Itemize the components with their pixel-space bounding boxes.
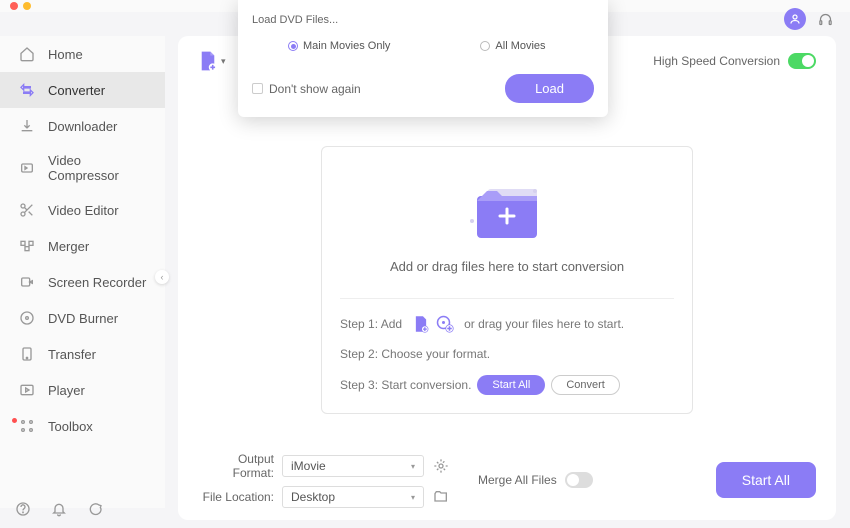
sidebar-item-recorder[interactable]: Screen Recorder: [0, 264, 165, 300]
disc-icon: [18, 309, 36, 327]
drop-zone[interactable]: Add or drag files here to start conversi…: [321, 146, 693, 414]
download-icon: [18, 117, 36, 135]
sidebar-item-transfer[interactable]: Transfer: [0, 336, 165, 372]
sidebar-item-label: Transfer: [48, 347, 96, 362]
window-minimize-button[interactable]: [23, 2, 31, 10]
sidebar-item-label: Player: [48, 383, 85, 398]
sidebar-item-label: Toolbox: [48, 419, 93, 434]
radio-icon: [480, 41, 490, 51]
chevron-down-icon: ▾: [221, 56, 226, 67]
user-account-icon[interactable]: [784, 8, 806, 30]
start-all-pill[interactable]: Start All: [477, 375, 545, 395]
add-file-button[interactable]: ▾: [198, 50, 226, 72]
modal-title: Load DVD Files...: [252, 14, 594, 26]
apps-icon: [18, 417, 36, 435]
dont-show-checkbox[interactable]: Don't show again: [252, 82, 361, 96]
disc-add-mini-icon: [436, 315, 454, 333]
high-speed-label: High Speed Conversion: [653, 54, 780, 68]
folder-illustration: [340, 171, 674, 241]
radio-all-movies[interactable]: All Movies: [480, 40, 545, 52]
checkbox-icon: [252, 83, 263, 94]
feedback-icon[interactable]: [86, 500, 104, 518]
file-add-mini-icon: [412, 315, 430, 333]
home-icon: [18, 45, 36, 63]
converter-icon: [18, 81, 36, 99]
load-button[interactable]: Load: [505, 74, 594, 103]
merger-icon: [18, 237, 36, 255]
compress-icon: [18, 159, 36, 177]
chevron-down-icon: ▾: [411, 493, 415, 502]
sidebar-item-toolbox[interactable]: Toolbox: [0, 408, 165, 444]
sidebar-item-compressor[interactable]: Video Compressor: [0, 144, 165, 192]
sidebar-item-label: Video Compressor: [48, 153, 147, 183]
sidebar-item-label: Screen Recorder: [48, 275, 146, 290]
radio-main-movies[interactable]: Main Movies Only: [288, 40, 390, 52]
high-speed-toggle[interactable]: [788, 53, 816, 69]
file-location-select[interactable]: Desktop ▾: [282, 486, 424, 508]
sidebar-item-dvd[interactable]: DVD Burner: [0, 300, 165, 336]
sidebar-item-label: Converter: [48, 83, 105, 98]
sidebar-item-label: Home: [48, 47, 83, 62]
sidebar-item-label: Video Editor: [48, 203, 119, 218]
sidebar-item-label: Merger: [48, 239, 89, 254]
step-1: Step 1: Add or drag your files here to s…: [340, 315, 674, 333]
merge-label: Merge All Files: [478, 473, 557, 487]
notification-dot: [12, 418, 17, 423]
start-all-button[interactable]: Start All: [716, 462, 816, 498]
chevron-down-icon: ▾: [411, 462, 415, 471]
sidebar-item-editor[interactable]: Video Editor: [0, 192, 165, 228]
scissors-icon: [18, 201, 36, 219]
convert-pill[interactable]: Convert: [551, 375, 620, 395]
sidebar-item-converter[interactable]: Converter: [0, 72, 165, 108]
file-location-label: File Location:: [198, 490, 274, 504]
window-close-button[interactable]: [10, 2, 18, 10]
sidebar-item-downloader[interactable]: Downloader: [0, 108, 165, 144]
folder-open-icon[interactable]: [432, 488, 450, 506]
sidebar-collapse-button[interactable]: ‹: [155, 270, 169, 284]
step-2: Step 2: Choose your format.: [340, 347, 674, 361]
load-dvd-modal: Load DVD Files... Main Movies Only All M…: [238, 0, 608, 117]
sidebar-item-player[interactable]: Player: [0, 372, 165, 408]
sidebar-item-home[interactable]: Home: [0, 36, 165, 72]
sidebar-item-merger[interactable]: Merger: [0, 228, 165, 264]
drop-text: Add or drag files here to start conversi…: [340, 259, 674, 274]
help-icon[interactable]: [14, 500, 32, 518]
support-headset-icon[interactable]: [814, 8, 836, 30]
sidebar-item-label: Downloader: [48, 119, 117, 134]
merge-toggle[interactable]: [565, 472, 593, 488]
file-add-icon: [198, 50, 218, 72]
bell-icon[interactable]: [50, 500, 68, 518]
format-settings-icon[interactable]: [432, 457, 450, 475]
play-icon: [18, 381, 36, 399]
sidebar-item-label: DVD Burner: [48, 311, 118, 326]
output-format-label: Output Format:: [198, 452, 274, 480]
radio-icon: [288, 41, 298, 51]
output-format-select[interactable]: iMovie ▾: [282, 455, 424, 477]
sidebar-nav: Home Converter Downloader Video Compress…: [0, 36, 165, 508]
step-3: Step 3: Start conversion. Start All Conv…: [340, 375, 674, 395]
recorder-icon: [18, 273, 36, 291]
transfer-icon: [18, 345, 36, 363]
